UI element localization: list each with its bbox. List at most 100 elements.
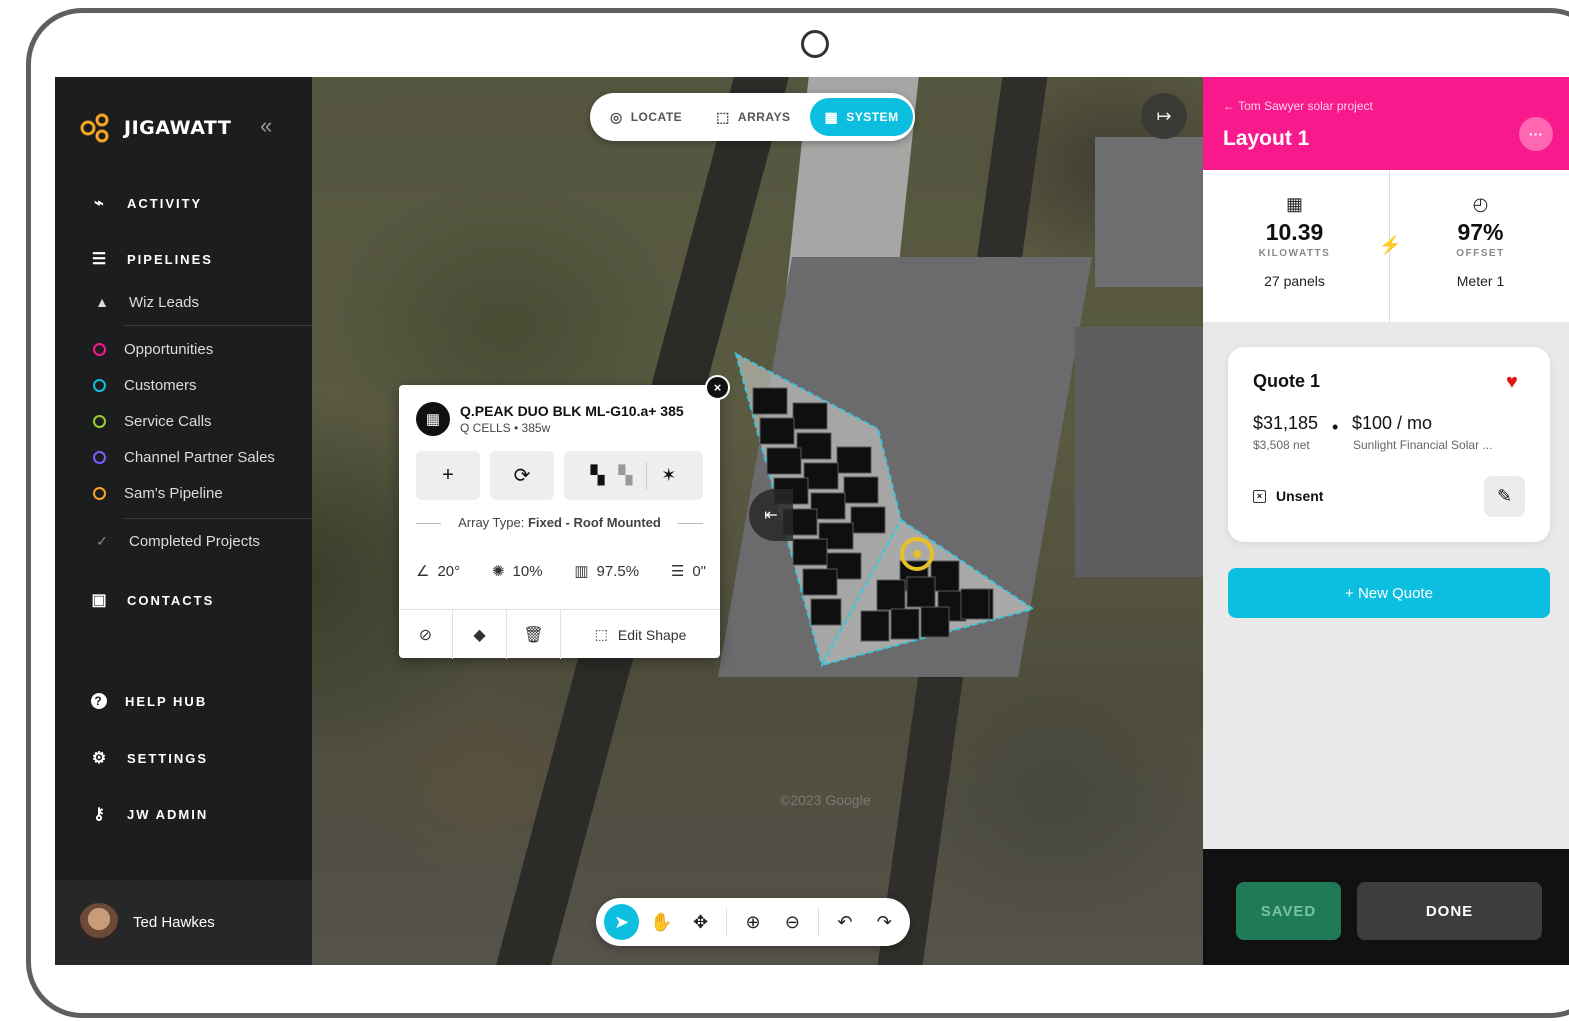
quote-title: Quote 1 bbox=[1253, 371, 1321, 391]
sidebar: JIGAWATT « ⌁ ACTIVITY ☰ PIPELINES ▲ Wiz … bbox=[55, 77, 312, 965]
layout-header: ← Tom Sawyer solar project Layout 1 ··· bbox=[1203, 77, 1569, 170]
quote-financier: Sunlight Financial Solar ... bbox=[1353, 438, 1493, 452]
hide-button[interactable]: ⊘ bbox=[399, 610, 453, 659]
unsent-icon: × bbox=[1253, 489, 1266, 503]
zoom-out-icon: ⊖ bbox=[784, 911, 800, 932]
separator-dot: • bbox=[1332, 417, 1339, 437]
app-screen: ©2023 Google JIGAWATT « ⌁ ACTIVITY ☰ PIP… bbox=[55, 77, 1569, 965]
undo-icon: ↶ bbox=[837, 911, 853, 932]
efficiency-icon: ▥ bbox=[574, 563, 589, 580]
new-quote-button[interactable]: + New Quote bbox=[1228, 568, 1550, 618]
magic-wand-icon[interactable]: ✶ bbox=[661, 465, 676, 486]
wizard-icon: ▲ bbox=[95, 294, 109, 310]
select-tool[interactable]: ➤ bbox=[604, 904, 640, 940]
tab-locate[interactable]: ◎ LOCATE bbox=[596, 98, 696, 136]
orange-dot-icon bbox=[93, 487, 106, 500]
quote-price: $31,185 bbox=[1253, 413, 1319, 433]
nav-activity[interactable]: ⌁ ACTIVITY bbox=[91, 194, 202, 212]
offset-stat: ◴ 97% OFFSET Meter 1 bbox=[1389, 170, 1569, 322]
cursor-icon: ➤ bbox=[614, 911, 630, 932]
app-logo[interactable]: JIGAWATT bbox=[80, 113, 231, 143]
more-options-button[interactable]: ··· bbox=[1519, 117, 1553, 151]
user-name: Ted Hawkes bbox=[133, 914, 215, 931]
nav-label: PIPELINES bbox=[127, 251, 213, 267]
sidebar-item-channel-partner-sales[interactable]: Channel Partner Sales bbox=[93, 449, 275, 466]
nav-contacts[interactable]: ▣ CONTACTS bbox=[91, 591, 214, 609]
close-panel-button[interactable]: × bbox=[705, 375, 730, 400]
panel-model-title: Q.PEAK DUO BLK ML-G10.a+ 385 bbox=[460, 403, 684, 419]
move-tool[interactable]: ✥ bbox=[683, 904, 718, 940]
done-button[interactable]: DONE bbox=[1357, 882, 1542, 940]
arrow-left-bar-icon: ⇤ bbox=[764, 507, 778, 524]
divider bbox=[726, 908, 728, 936]
key-icon: ⚷ bbox=[93, 806, 107, 823]
quote-monthly: $100 / mo bbox=[1352, 413, 1433, 433]
undo-button[interactable]: ↶ bbox=[827, 904, 862, 940]
move-icon: ✥ bbox=[693, 911, 709, 932]
tilt-icon: ∠ bbox=[416, 563, 430, 580]
cyan-dot-icon bbox=[93, 379, 106, 392]
zoom-in-button[interactable]: ⊕ bbox=[735, 904, 770, 940]
nav-settings[interactable]: ⚙ SETTINGS bbox=[91, 749, 208, 767]
zoom-in-icon: ⊕ bbox=[745, 911, 761, 932]
nav-pipelines[interactable]: ☰ PIPELINES bbox=[91, 250, 213, 268]
purple-dot-icon bbox=[93, 451, 106, 464]
edit-quote-button[interactable]: ✎ bbox=[1484, 476, 1525, 517]
shading-spec[interactable]: ✺ 10% bbox=[491, 562, 543, 581]
eraser-icon: ◆ bbox=[473, 626, 486, 644]
edit-shape-button[interactable]: ⬚ Edit Shape bbox=[561, 610, 720, 659]
layout-panel: ← Tom Sawyer solar project Layout 1 ··· … bbox=[1203, 77, 1569, 965]
sidebar-item-customers[interactable]: Customers bbox=[93, 377, 197, 394]
quote-card[interactable]: Quote 1 ♥ $31,185 $3,508 net • $100 / mo… bbox=[1228, 347, 1550, 542]
edit-shape-icon: ⬚ bbox=[594, 626, 608, 642]
sidebar-item-opportunities[interactable]: Opportunities bbox=[93, 341, 213, 358]
zoom-out-button[interactable]: ⊖ bbox=[775, 904, 810, 940]
rotate-button[interactable]: ⟳ bbox=[490, 451, 554, 500]
erase-button[interactable]: ◆ bbox=[453, 610, 507, 659]
divider bbox=[123, 518, 312, 519]
tab-arrays[interactable]: ⬚ ARRAYS bbox=[702, 98, 804, 136]
setback-spec[interactable]: ☰ 0" bbox=[671, 562, 706, 581]
sidebar-item-wiz-leads[interactable]: ▲ Wiz Leads bbox=[93, 293, 199, 311]
mode-tabs: ◎ LOCATE ⬚ ARRAYS ▦ SYSTEM bbox=[590, 93, 915, 141]
efficiency-spec[interactable]: ▥ 97.5% bbox=[574, 562, 639, 581]
grid-fill-icon[interactable]: ▚ bbox=[591, 465, 605, 486]
sidebar-item-service-calls[interactable]: Service Calls bbox=[93, 413, 212, 430]
collapse-sidebar-button[interactable]: « bbox=[260, 113, 272, 139]
expand-panel-button[interactable]: ↦ bbox=[1141, 93, 1187, 139]
array-type: Array Type: Fixed - Roof Mounted bbox=[399, 515, 720, 530]
saved-button[interactable]: SAVED bbox=[1236, 882, 1341, 940]
eye-off-icon: ⊘ bbox=[418, 626, 433, 644]
system-size-stat: ▦ 10.39 KILOWATTS 27 panels bbox=[1203, 170, 1386, 322]
array-specs: ∠ 20° ✺ 10% ▥ 97.5% ☰ 0" bbox=[416, 562, 706, 581]
nav-label: ACTIVITY bbox=[127, 195, 203, 211]
collapse-array-handle[interactable]: ⇤ bbox=[749, 489, 793, 541]
panel-manufacturer: Q CELLS • 385w bbox=[460, 421, 551, 435]
array-panel: ▦ Q.PEAK DUO BLK ML-G10.a+ 385 Q CELLS •… bbox=[399, 385, 720, 659]
pan-tool[interactable]: ✋ bbox=[643, 904, 678, 940]
back-to-project-link[interactable]: ← Tom Sawyer solar project bbox=[1223, 99, 1373, 113]
check-icon: ✓ bbox=[96, 532, 108, 549]
app-name: JIGAWATT bbox=[124, 117, 232, 139]
help-icon: ? bbox=[91, 693, 107, 709]
sidebar-item-completed-projects[interactable]: ✓ Completed Projects bbox=[93, 532, 260, 550]
gauge-icon: ◴ bbox=[1472, 194, 1489, 214]
nav-jw-admin[interactable]: ⚷ JW ADMIN bbox=[91, 805, 208, 823]
tilt-spec[interactable]: ∠ 20° bbox=[416, 562, 460, 581]
delete-button[interactable]: 🗑 bbox=[507, 610, 561, 659]
nav-help-hub[interactable]: ? HELP HUB bbox=[91, 693, 207, 709]
logo-icon bbox=[80, 113, 109, 143]
grid-empty-icon[interactable]: ▚ bbox=[618, 465, 632, 486]
heart-icon[interactable]: ♥ bbox=[1506, 371, 1518, 394]
divider bbox=[818, 908, 820, 936]
redo-button[interactable]: ↷ bbox=[867, 904, 902, 940]
shading-icon: ✺ bbox=[491, 563, 505, 580]
add-panel-button[interactable]: + bbox=[416, 451, 480, 500]
pencil-icon: ✎ bbox=[1496, 486, 1513, 506]
user-profile[interactable]: Ted Hawkes bbox=[55, 880, 312, 965]
map-toolbar: ➤ ✋ ✥ ⊕ ⊖ ↶ ↷ bbox=[596, 898, 910, 946]
arrow-right-bar-icon: ↦ bbox=[1156, 105, 1172, 126]
tab-system[interactable]: ▦ SYSTEM bbox=[810, 98, 913, 136]
activity-icon: ⌁ bbox=[94, 195, 106, 212]
sidebar-item-sams-pipeline[interactable]: Sam's Pipeline bbox=[93, 485, 223, 502]
